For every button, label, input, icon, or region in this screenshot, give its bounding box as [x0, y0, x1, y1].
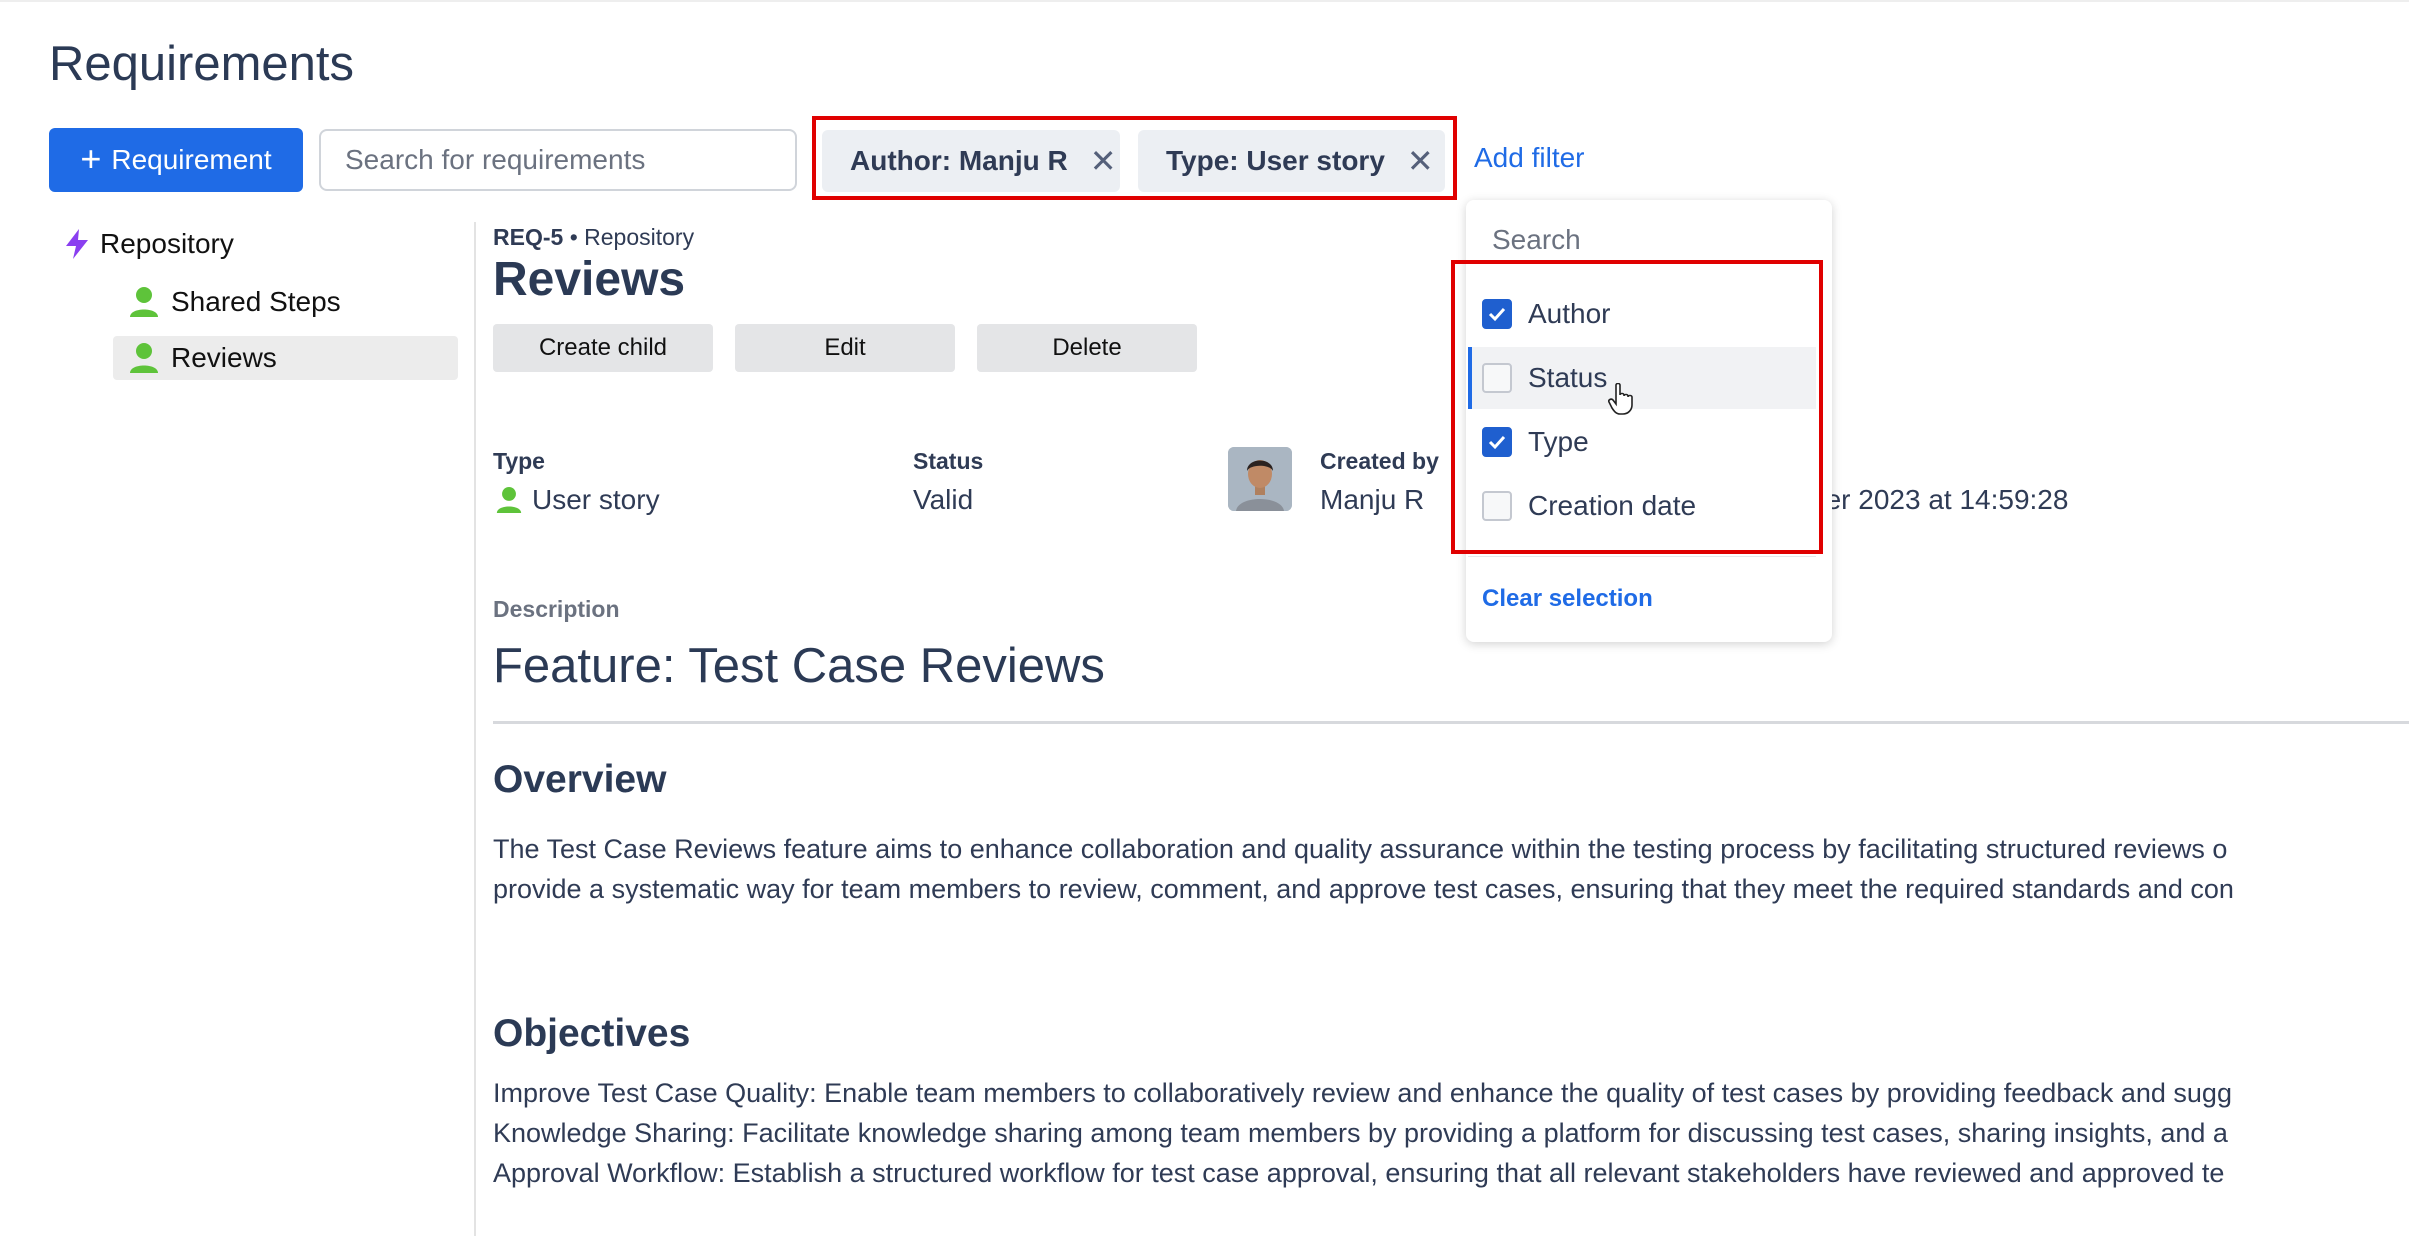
user-icon: [130, 343, 158, 373]
top-border: [0, 0, 2409, 2]
checkmark-icon: [1488, 307, 1506, 322]
breadcrumb: REQ-5 • Repository: [493, 224, 694, 251]
hand-cursor-icon: [1608, 383, 1633, 415]
close-icon[interactable]: ✕: [1090, 142, 1117, 180]
type-value: User story: [496, 484, 660, 516]
user-icon: [496, 487, 522, 513]
filter-option-creation-date[interactable]: Creation date: [1468, 475, 1816, 537]
overview-heading: Overview: [493, 758, 667, 801]
type-label: Type: [493, 448, 545, 474]
filter-option-label: Status: [1528, 362, 1608, 393]
filter-chip-author[interactable]: Author: Manju R ✕: [822, 130, 1120, 192]
objectives-heading: Objectives: [493, 1012, 691, 1055]
created-by-label: Created by: [1320, 448, 1439, 474]
filter-chip-type[interactable]: Type: User story ✕: [1138, 130, 1445, 192]
clear-selection-link[interactable]: Clear selection: [1482, 585, 1653, 613]
filter-option-label: Type: [1528, 426, 1589, 457]
lightning-icon: [66, 229, 88, 259]
status-label: Status: [913, 448, 984, 474]
checkbox-checked[interactable]: [1482, 427, 1512, 457]
tree-item-reviews[interactable]: Reviews: [113, 336, 458, 380]
tree-item-repository[interactable]: Repository: [64, 228, 234, 260]
requirement-title: Reviews: [493, 253, 686, 306]
user-icon: [130, 287, 158, 317]
filter-option-label: Author: [1528, 298, 1611, 329]
objective-line: Improve Test Case Quality: Enable team m…: [493, 1078, 2232, 1108]
checkbox-unchecked[interactable]: [1482, 491, 1512, 521]
delete-button[interactable]: Delete: [977, 324, 1197, 372]
add-requirement-button[interactable]: + Requirement: [49, 128, 303, 192]
search-requirements-input[interactable]: [319, 129, 797, 191]
tree-item-label: Reviews: [171, 342, 277, 373]
filter-option-author[interactable]: Author: [1468, 283, 1816, 345]
objective-line: Approval Workflow: Establish a structure…: [493, 1158, 2225, 1188]
tree-item-shared-steps[interactable]: Shared Steps: [113, 280, 458, 324]
dropdown-divider: [1468, 556, 1816, 557]
type-value-text: User story: [532, 484, 660, 515]
tree-item-label: Shared Steps: [171, 286, 341, 317]
overview-line: provide a systematic way for team member…: [493, 874, 2234, 904]
creation-date-value: ber 2023 at 14:59:28: [1810, 484, 2069, 515]
overview-line: The Test Case Reviews feature aims to en…: [493, 834, 2228, 864]
filter-chip-label: Author: Manju R: [850, 145, 1068, 176]
checkbox-checked[interactable]: [1482, 299, 1512, 329]
tree-item-label: Repository: [100, 228, 234, 259]
created-by-value: Manju R: [1320, 484, 1425, 515]
breadcrumb-separator: •: [569, 224, 578, 250]
add-filter-link[interactable]: Add filter: [1474, 142, 1585, 174]
breadcrumb-location[interactable]: Repository: [584, 224, 694, 250]
objective-line: Knowledge Sharing: Facilitate knowledge …: [493, 1118, 2228, 1148]
requirement-key: REQ-5: [493, 224, 564, 250]
filter-option-type[interactable]: Type: [1468, 411, 1816, 473]
filter-search-input[interactable]: [1490, 214, 1814, 266]
filter-chip-label: Type: User story: [1166, 145, 1385, 176]
close-icon[interactable]: ✕: [1407, 142, 1434, 180]
panel-divider: [474, 222, 476, 1236]
page-title: Requirements: [49, 37, 355, 91]
avatar: [1228, 447, 1292, 511]
feature-heading: Feature: Test Case Reviews: [493, 639, 1105, 693]
edit-button[interactable]: Edit: [735, 324, 955, 372]
add-requirement-label: Requirement: [111, 144, 272, 175]
filter-option-label: Creation date: [1528, 490, 1697, 521]
filter-option-status[interactable]: Status: [1468, 347, 1816, 409]
checkmark-icon: [1488, 435, 1506, 450]
create-child-button[interactable]: Create child: [493, 324, 713, 372]
plus-icon: +: [80, 137, 102, 179]
description-label: Description: [493, 596, 620, 622]
checkbox-unchecked[interactable]: [1482, 363, 1512, 393]
status-value: Valid: [913, 484, 974, 515]
divider: [493, 721, 2409, 724]
